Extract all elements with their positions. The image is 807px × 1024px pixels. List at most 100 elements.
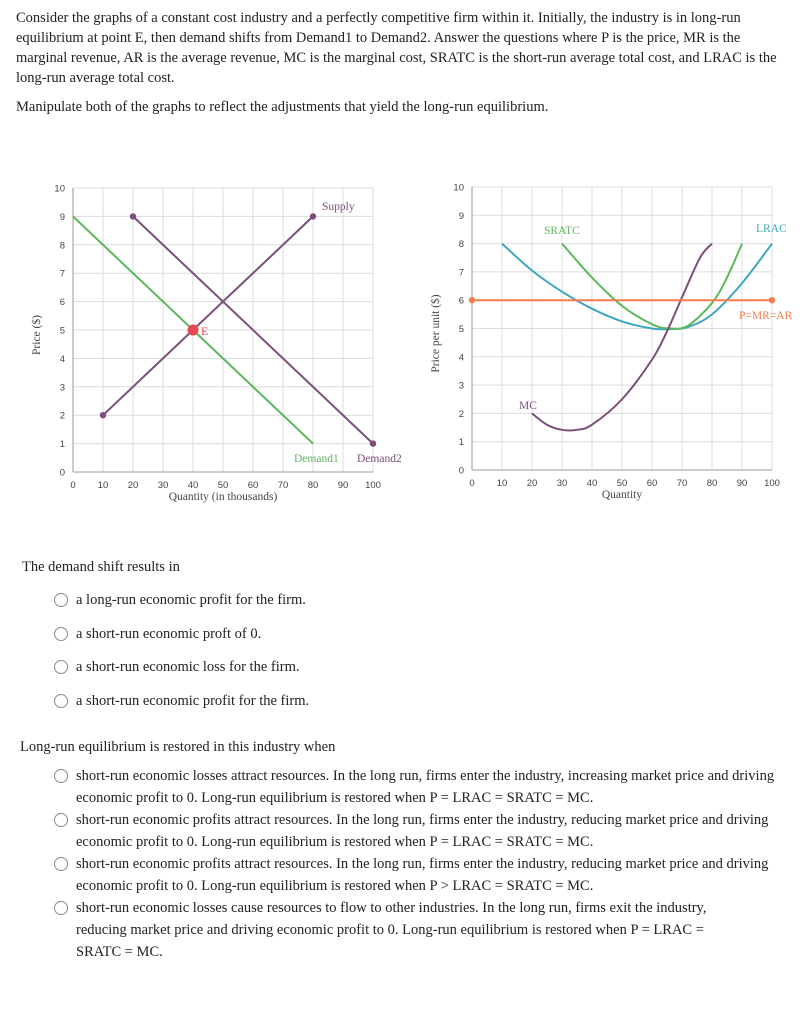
y-tick-label: 9 — [459, 211, 464, 222]
y-axis-label: Price per unit ($) — [429, 294, 442, 372]
option-label: a short-run economic loss for the firm. — [76, 659, 300, 675]
x-tick-label: 90 — [338, 480, 349, 491]
x-tick-label: 20 — [527, 478, 538, 489]
y-tick-label: 1 — [60, 439, 65, 450]
x-tick-label: 70 — [677, 478, 688, 489]
question-prompt: Long-run equilibrium is restored in this… — [20, 739, 336, 755]
x-tick-label: 10 — [98, 480, 109, 491]
answer-option[interactable]: a short-run economic profit for the firm… — [54, 691, 309, 725]
y-tick-label: 0 — [60, 468, 65, 479]
y-tick-label: 8 — [60, 240, 65, 251]
gridlines — [73, 187, 374, 472]
radio-button[interactable] — [54, 693, 68, 708]
y-tick-label: 8 — [459, 239, 464, 250]
answer-option[interactable]: a long-run economic profit for the firm. — [54, 590, 306, 624]
question-demand-shift: The demand shift results in a long-run e… — [22, 559, 309, 725]
radio-button[interactable] — [54, 901, 68, 915]
y-tick-label: 3 — [459, 381, 464, 392]
y-tick-label: 4 — [459, 352, 464, 363]
y-tick-label: 6 — [60, 297, 65, 308]
x-tick-label: 40 — [188, 480, 199, 491]
radio-button[interactable] — [54, 769, 68, 783]
x-tick-label: 60 — [248, 480, 259, 491]
answer-options: short-run economic losses attract resour… — [20, 765, 790, 963]
x-tick-label: 80 — [707, 478, 718, 489]
answer-option[interactable]: short-run economic profits attract resou… — [54, 809, 790, 853]
x-tick-label: 90 — [737, 478, 748, 489]
y-tick-label: 3 — [60, 382, 65, 393]
equilibrium-point[interactable] — [187, 324, 199, 336]
answer-option[interactable]: a short-run economic loss for the firm. — [54, 657, 299, 691]
p-mr-ar-handle[interactable] — [468, 297, 476, 304]
y-axis-label: Price ($) — [30, 315, 43, 355]
y-tick-label: 0 — [459, 466, 464, 477]
y-tick-label: 1 — [459, 437, 464, 448]
y-tick-label: 7 — [459, 267, 464, 278]
x-tick-label: 10 — [497, 478, 508, 489]
option-label: short-run economic profits attract resou… — [76, 856, 769, 894]
radio-button[interactable] — [54, 626, 68, 641]
supply-handle[interactable] — [309, 213, 317, 220]
demand2-handle[interactable] — [369, 440, 377, 447]
y-tick-label: 2 — [60, 411, 65, 422]
equilibrium-label: E — [201, 324, 208, 338]
y-tick-label: 5 — [459, 324, 464, 335]
firm-chart[interactable]: 0 10 20 30 40 50 60 70 80 90 100 0 1 2 3 4 5 6 7 8 9 10 Quanti… — [400, 170, 800, 510]
demand2-handle[interactable] — [129, 213, 137, 220]
answer-options: a long-run economic profit for the firm.… — [22, 590, 309, 725]
x-tick-label: 50 — [617, 478, 628, 489]
option-label: short-run economic profits attract resou… — [76, 812, 769, 850]
x-tick-label: 50 — [218, 480, 229, 491]
x-tick-label: 100 — [365, 480, 381, 491]
lrac-label: LRAC — [756, 223, 787, 235]
x-tick-label: 80 — [308, 480, 319, 491]
radio-button[interactable] — [54, 857, 68, 871]
demand2-label: Demand2 — [357, 453, 402, 465]
question-intro: Consider the graphs of a constant cost i… — [16, 8, 791, 117]
x-tick-label: 100 — [764, 478, 780, 489]
option-label: a short-run economic profit for the firm… — [76, 692, 310, 709]
x-tick-label: 60 — [647, 478, 658, 489]
radio-button[interactable] — [54, 660, 68, 674]
answer-option[interactable]: short-run economic losses attract resour… — [54, 765, 790, 809]
industry-chart[interactable]: 0 10 20 30 40 50 60 70 80 90 100 0 1 2 3 4 5 6 7 8 9 10 Quanti… — [0, 170, 402, 510]
option-label: a short-run economic proft of 0. — [76, 625, 262, 642]
y-tick-label: 10 — [54, 184, 65, 195]
answer-option[interactable]: a short-run economic proft of 0. — [54, 624, 261, 658]
option-label: short-run economic losses attract resour… — [76, 768, 775, 806]
question-long-run-equilibrium: Long-run equilibrium is restored in this… — [20, 739, 790, 963]
y-tick-label: 4 — [60, 354, 65, 365]
supply-label: Supply — [322, 201, 355, 213]
intro-paragraph: Consider the graphs of a constant cost i… — [16, 10, 777, 86]
x-tick-label: 0 — [70, 480, 75, 491]
answer-option[interactable]: short-run economic profits attract resou… — [54, 853, 790, 897]
x-axis-label: Quantity — [602, 489, 642, 501]
x-tick-label: 0 — [469, 478, 474, 489]
y-tick-label: 5 — [60, 326, 65, 337]
y-tick-label: 6 — [459, 296, 464, 307]
y-tick-label: 10 — [453, 183, 464, 194]
x-tick-label: 20 — [128, 480, 139, 491]
p-mr-ar-handle[interactable] — [768, 297, 776, 304]
sratc-label: SRATC — [544, 225, 580, 237]
x-tick-label: 40 — [587, 478, 598, 489]
x-tick-label: 30 — [158, 480, 169, 491]
instruction-paragraph: Manipulate both of the graphs to reflect… — [16, 99, 549, 115]
supply-handle[interactable] — [99, 412, 107, 419]
radio-button[interactable] — [54, 813, 68, 827]
mc-label: MC — [519, 400, 537, 412]
y-tick-label: 2 — [459, 409, 464, 420]
supply-curve[interactable] — [102, 215, 314, 416]
demand1-label: Demand1 — [294, 453, 339, 465]
x-axis-label: Quantity (in thousands) — [169, 491, 278, 503]
y-tick-label: 9 — [60, 212, 65, 223]
option-label: short-run economic losses cause resource… — [76, 900, 707, 960]
radio-button[interactable] — [54, 593, 68, 607]
answer-option[interactable]: short-run economic losses cause resource… — [54, 897, 716, 963]
y-tick-label: 7 — [60, 269, 65, 280]
question-prompt: The demand shift results in — [22, 559, 180, 575]
gridlines — [472, 186, 773, 470]
x-tick-label: 70 — [278, 480, 289, 491]
p-mr-ar-label: P=MR=AR — [739, 310, 793, 322]
x-tick-label: 30 — [557, 478, 568, 489]
